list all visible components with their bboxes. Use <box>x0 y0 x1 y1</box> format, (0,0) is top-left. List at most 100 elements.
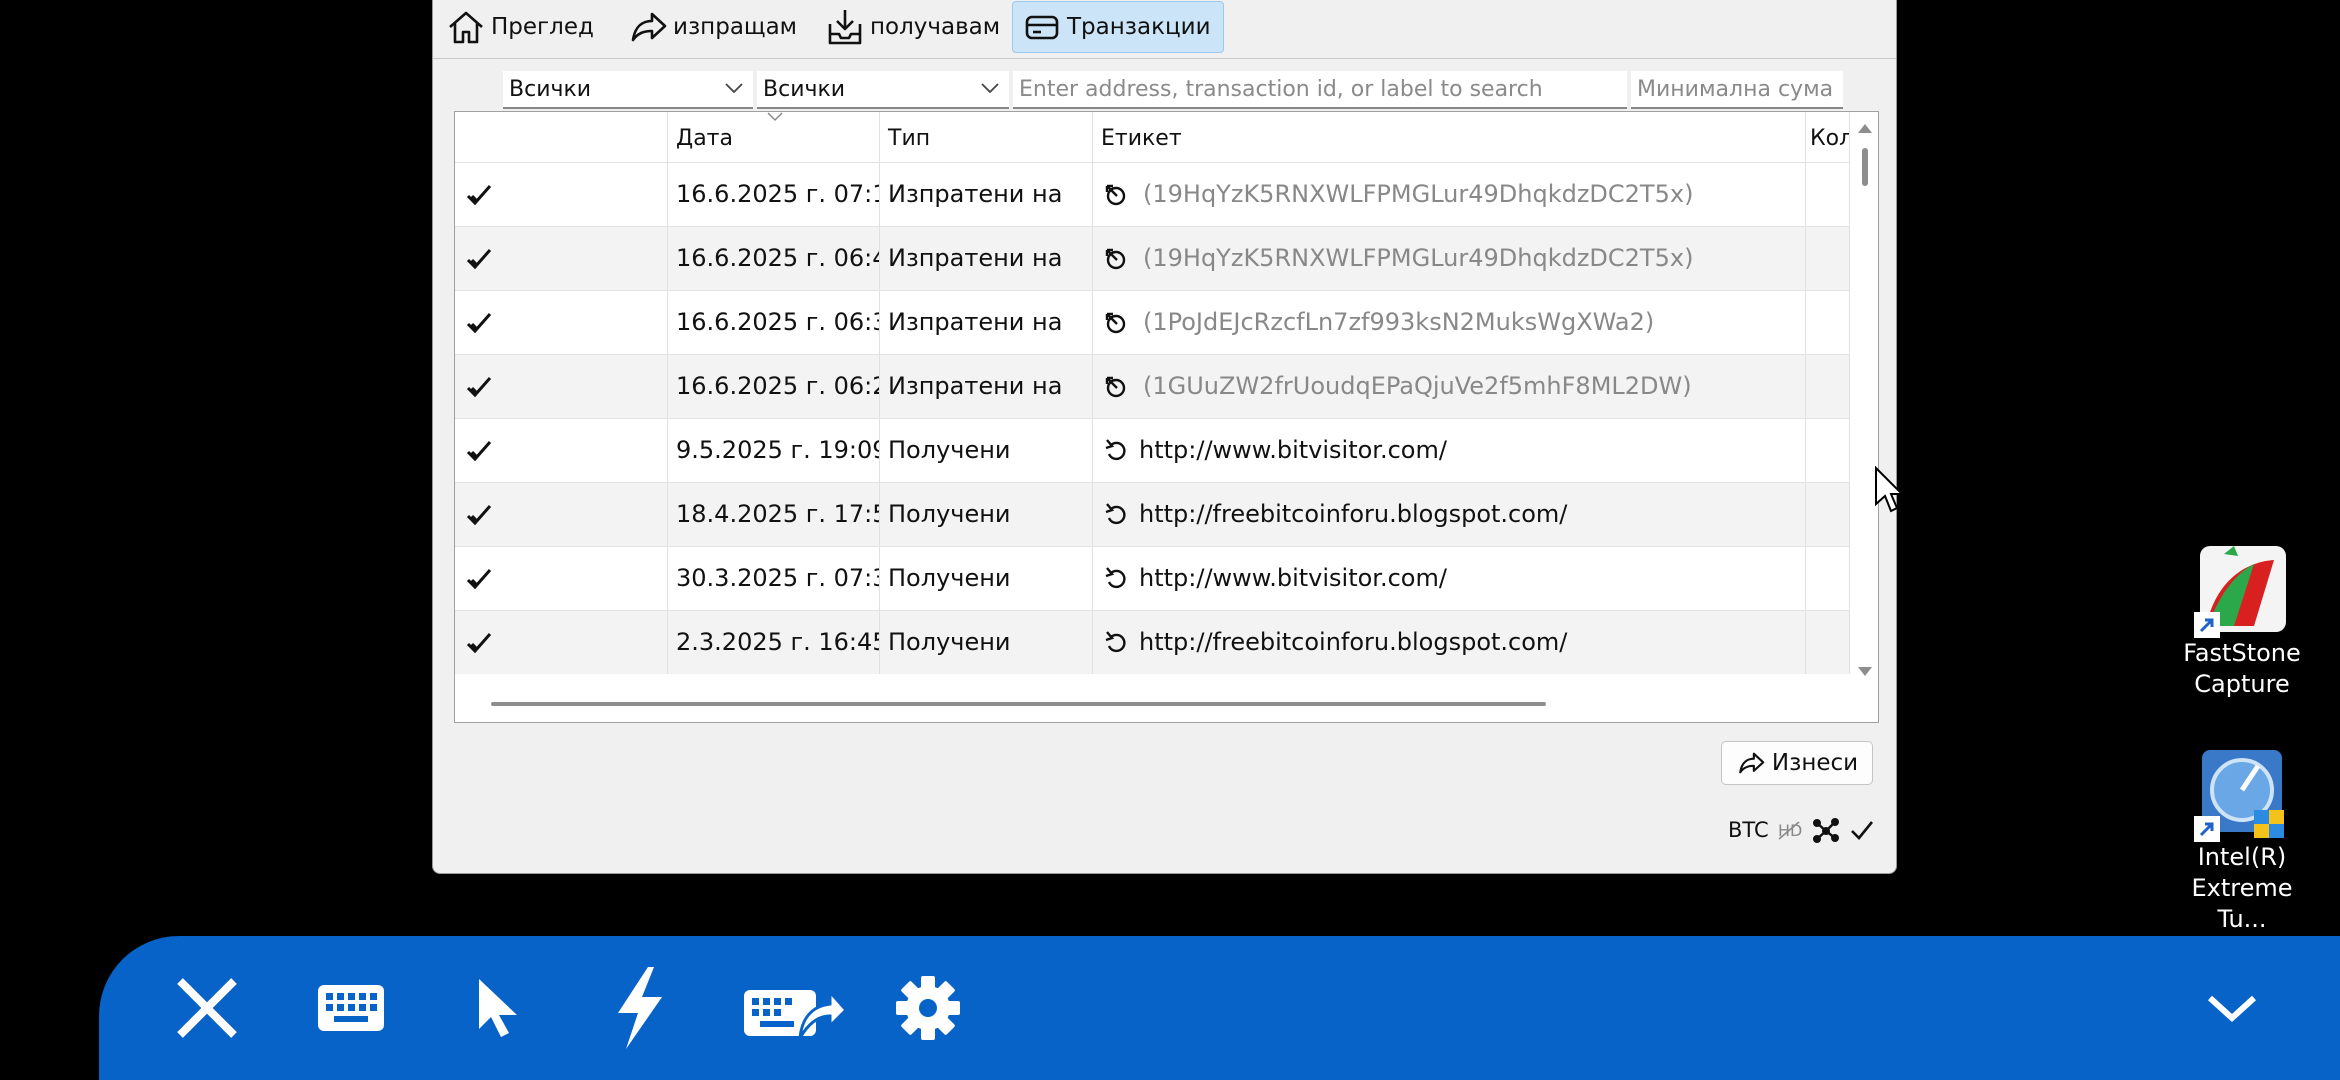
table-row[interactable]: 16.6.2025 г. 06:46Изпратени на (19HqYzK5R… <box>455 226 1850 290</box>
amount-cell <box>1806 291 1850 354</box>
receive-inbox-icon <box>828 10 862 45</box>
remote-control-bar <box>99 936 2340 1080</box>
home-icon <box>449 11 483 44</box>
status-cell <box>455 227 668 290</box>
close-button[interactable] <box>162 966 252 1050</box>
confirmed-check-icon <box>466 249 492 270</box>
intel-xtu-icon <box>2194 746 2290 842</box>
status-cell <box>455 355 668 418</box>
horizontal-scrollbar[interactable] <box>491 702 1546 706</box>
label-text: http://www.bitvisitor.com/ <box>1139 564 1447 592</box>
confirmed-check-icon <box>466 441 492 462</box>
send-tab[interactable]: изпращам <box>619 1 805 53</box>
receive-tab[interactable]: получавам <box>816 1 1008 53</box>
label-text: (19HqYzK5RNXWLFPMGLur49DhqkdzDC2T5x) <box>1143 180 1694 208</box>
label-cell: http://www.bitvisitor.com/ <box>1093 419 1806 482</box>
status-cell <box>455 163 668 226</box>
table-row[interactable]: 16.6.2025 г. 07:11Изпратени на (19HqYzK5R… <box>455 162 1850 226</box>
col-amount[interactable]: Кол <box>1806 112 1850 162</box>
type-cell: Изпратени на <box>880 163 1093 226</box>
scroll-up-icon <box>1858 124 1872 133</box>
confirmed-check-icon <box>466 377 492 398</box>
chevron-down-icon <box>2207 995 2257 1023</box>
type-cell: Изпратени на <box>880 291 1093 354</box>
col-status[interactable] <box>455 112 668 162</box>
intel-label-line1: Intel(R) <box>2197 843 2287 871</box>
status-cell <box>455 419 668 482</box>
confirmed-check-icon <box>466 569 492 590</box>
label-text: (19HqYzK5RNXWLFPMGLur49DhqkdzDC2T5x) <box>1143 244 1694 272</box>
received-icon <box>1105 631 1126 653</box>
send-arrow-icon <box>631 12 667 42</box>
close-icon <box>177 978 237 1038</box>
date-cell: 2.3.2025 г. 16:45 <box>668 611 880 674</box>
confirmed-check-icon <box>466 185 492 206</box>
label-cell: (19HqYzK5RNXWLFPMGLur49DhqkdzDC2T5x) <box>1093 227 1806 290</box>
table-row[interactable]: 18.4.2025 г. 17:55Получени http://freebit… <box>455 482 1850 546</box>
min-amount-placeholder: Минимална сума <box>1637 77 1834 102</box>
intel-xtu-shortcut[interactable]: Intel(R) Extreme Tu... <box>2167 746 2317 935</box>
amount-cell <box>1806 163 1850 226</box>
table-row[interactable]: 2.3.2025 г. 16:45 Получени http://freebitc… <box>455 610 1850 674</box>
received-icon <box>1105 503 1126 525</box>
scroll-down-icon <box>1858 667 1872 676</box>
status-cell <box>455 611 668 674</box>
filter-bar: Всички Всички Enter address, transaction… <box>433 71 1896 111</box>
confirmed-check-icon <box>466 505 492 526</box>
type-filter-select[interactable]: Всички <box>757 71 1009 109</box>
scroll-thumb[interactable] <box>1862 148 1868 186</box>
search-input[interactable]: Enter address, transaction id, or label … <box>1013 71 1627 109</box>
network-connections-icon[interactable] <box>1811 817 1841 843</box>
table-row[interactable]: 16.6.2025 г. 06:31Изпратени на (1PoJdEJcR… <box>455 290 1850 354</box>
date-cell: 9.5.2025 г. 19:09 <box>668 419 880 482</box>
keyboard-send-icon <box>744 988 846 1039</box>
date-cell: 16.6.2025 г. 07:11 <box>668 163 880 226</box>
vertical-scrollbar[interactable] <box>1854 120 1876 680</box>
col-type[interactable]: Тип <box>880 112 1093 162</box>
confirmed-check-icon <box>466 633 492 654</box>
label-cell: (19HqYzK5RNXWLFPMGLur49DhqkdzDC2T5x) <box>1093 163 1806 226</box>
amount-cell <box>1806 227 1850 290</box>
type-cell: Изпратени на <box>880 227 1093 290</box>
type-cell: Получени <box>880 483 1093 546</box>
date-filter-select[interactable]: Всички <box>503 71 753 109</box>
pointer-button[interactable] <box>453 966 543 1050</box>
type-cell: Изпратени на <box>880 355 1093 418</box>
table-row[interactable]: 16.6.2025 г. 06:28Изпратени на (1GUuZW2fr… <box>455 354 1850 418</box>
settings-button[interactable] <box>883 966 973 1050</box>
overview-tab[interactable]: Преглед <box>437 1 602 53</box>
sent-icon <box>1105 184 1126 206</box>
faststone-capture-shortcut[interactable]: FastStone Capture <box>2167 542 2317 700</box>
table-row[interactable]: 30.3.2025 г. 07:37Получени http://www.bit… <box>455 546 1850 610</box>
col-label[interactable]: Етикет <box>1093 112 1806 162</box>
mouse-cursor-icon <box>1875 466 1904 513</box>
col-label-label: Етикет <box>1101 126 1182 151</box>
col-date-label: Дата <box>676 126 733 151</box>
transactions-tab[interactable]: Транзакции <box>1012 1 1224 53</box>
date-cell: 16.6.2025 г. 06:31 <box>668 291 880 354</box>
type-filter-value: Всички <box>763 77 846 102</box>
hd-disabled-icon: HD <box>1778 821 1802 840</box>
transactions-label: Транзакции <box>1067 14 1211 40</box>
intel-label-line2: Extreme Tu... <box>2191 874 2293 933</box>
export-arrow-icon <box>1739 752 1765 774</box>
label-cell: http://freebitcoinforu.blogspot.com/ <box>1093 611 1806 674</box>
amount-cell <box>1806 419 1850 482</box>
label-text: http://freebitcoinforu.blogspot.com/ <box>1139 500 1568 528</box>
col-amount-label: Кол <box>1810 126 1850 151</box>
collapse-bar-button[interactable] <box>2187 966 2277 1050</box>
unit-label[interactable]: BTC <box>1728 818 1769 842</box>
type-cell: Получени <box>880 419 1093 482</box>
min-amount-input[interactable]: Минимална сума <box>1631 71 1843 109</box>
label-cell: (1PoJdEJcRzcfLn7zf993ksN2MuksWgXWa2) <box>1093 291 1806 354</box>
keyboard-button[interactable] <box>306 966 396 1050</box>
export-button[interactable]: Изнеси <box>1721 741 1873 785</box>
table-row[interactable]: 9.5.2025 г. 19:09 Получени http://www.bitv… <box>455 418 1850 482</box>
label-cell: http://www.bitvisitor.com/ <box>1093 547 1806 610</box>
label-cell: http://freebitcoinforu.blogspot.com/ <box>1093 483 1806 546</box>
send-keys-button[interactable] <box>739 966 849 1050</box>
actions-button[interactable] <box>595 966 685 1050</box>
synced-check-icon <box>1850 821 1873 840</box>
sent-icon <box>1105 376 1126 398</box>
search-placeholder: Enter address, transaction id, or label … <box>1019 77 1543 102</box>
